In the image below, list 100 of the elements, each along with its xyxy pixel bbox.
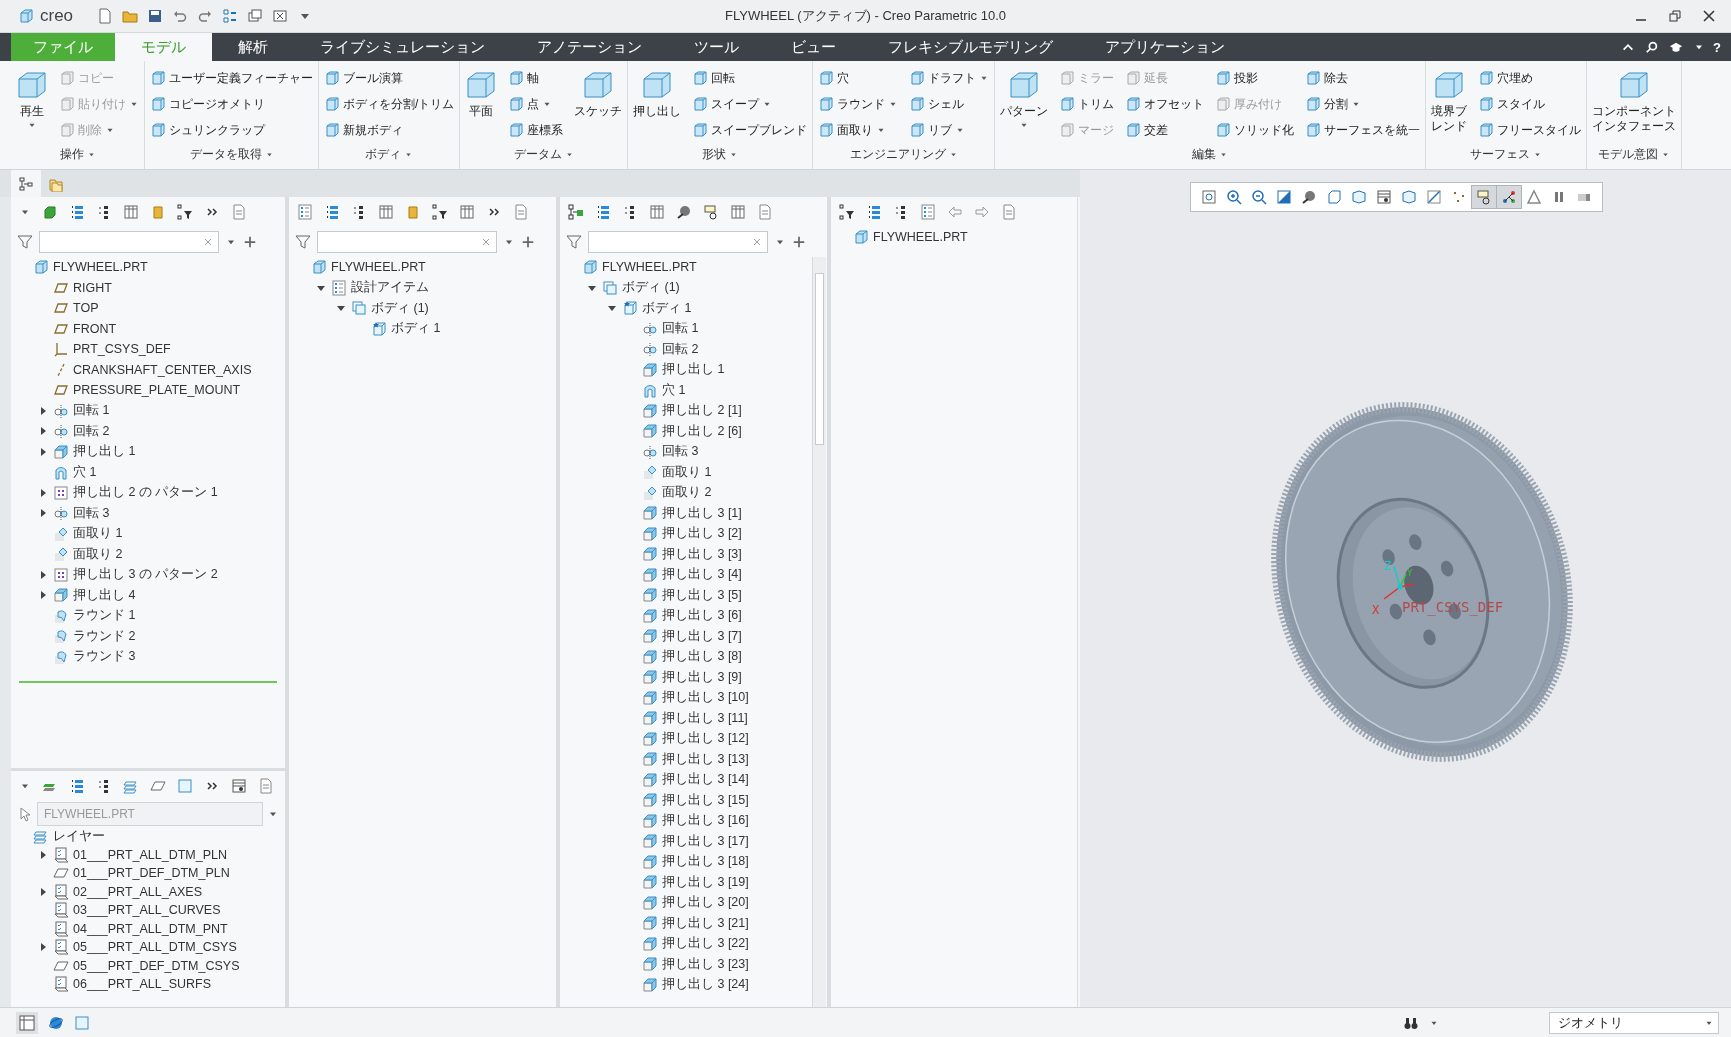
save-icon[interactable] xyxy=(147,8,164,24)
tree-item[interactable]: PRESSURE_PLATE_MOUNT xyxy=(73,383,241,398)
tree-item[interactable]: 押し出し 2 [6] xyxy=(662,422,742,440)
group-menu-button[interactable]: 編集 xyxy=(995,143,1426,165)
tree-item[interactable]: 押し出し 3 [21] xyxy=(662,914,749,932)
ribbon-tab[interactable]: 解析 xyxy=(212,33,294,61)
tree-item[interactable]: 押し出し 3 [6] xyxy=(662,607,742,625)
tree-item[interactable]: 02___PRT_ALL_AXES xyxy=(73,884,203,899)
tree-item[interactable]: FRONT xyxy=(73,321,117,336)
group-menu-button[interactable]: エンジニアリング xyxy=(813,143,995,165)
tree-item[interactable]: 押し出し 3 [14] xyxy=(662,771,749,789)
ribbon-button[interactable]: 点 xyxy=(506,91,566,117)
filter-field[interactable] xyxy=(588,231,768,253)
ribbon-button[interactable]: ラウンド xyxy=(816,91,901,117)
view-tool-button[interactable] xyxy=(1497,186,1521,208)
ribbon-button[interactable]: 回転 xyxy=(690,65,810,91)
tree-item[interactable]: 回転 1 xyxy=(662,320,699,338)
tree-item[interactable]: 押し出し 3 [20] xyxy=(662,894,749,912)
group-menu-button[interactable]: 操作 xyxy=(11,143,144,165)
tree-item[interactable]: 押し出し 3 [22] xyxy=(662,935,749,953)
tree-item[interactable]: 押し出し 3 [2] xyxy=(662,525,742,543)
ribbon-button[interactable]: リブ xyxy=(907,117,992,143)
ribbon-button[interactable]: スタイル xyxy=(1476,91,1584,117)
tree-item[interactable]: 押し出し 3 [5] xyxy=(662,586,742,604)
ribbon-tab[interactable]: アプリケーション xyxy=(1079,33,1251,61)
help-button[interactable]: ? xyxy=(1705,33,1731,61)
tree-item[interactable]: 穴 1 xyxy=(662,381,686,399)
ribbon-button[interactable]: 再生 xyxy=(14,65,50,134)
tree-item[interactable]: 押し出し 3 [16] xyxy=(662,812,749,830)
group-menu-button[interactable]: データム xyxy=(460,143,628,165)
ribbon-button[interactable]: シェル xyxy=(907,91,992,117)
tree-item[interactable]: 面取り 2 xyxy=(662,484,712,502)
tree-item[interactable]: 押し出し 3 [4] xyxy=(662,566,742,584)
tree-item[interactable]: 05___PRT_ALL_DTM_CSYS xyxy=(73,940,237,955)
expand-all-icon[interactable] xyxy=(595,204,611,220)
tree-item[interactable]: ラウンド 1 xyxy=(73,607,136,625)
ribbon-button[interactable]: スケッチ xyxy=(572,65,625,123)
tree-item[interactable]: 回転 1 xyxy=(73,402,110,420)
tree-item[interactable]: 05___PRT_DEF_DTM_CSYS xyxy=(73,958,240,973)
ribbon-button[interactable]: コピージオメトリ xyxy=(148,91,315,117)
tree-item[interactable]: 押し出し 1 xyxy=(662,361,725,379)
group-menu-button[interactable]: データを取得 xyxy=(145,143,318,165)
ribbon-button[interactable]: 境界ブ レンド xyxy=(1429,65,1470,138)
ribbon-button[interactable]: 面取り xyxy=(816,117,901,143)
tree-item[interactable]: 04___PRT_ALL_DTM_PNT xyxy=(73,921,228,936)
tree-item[interactable]: 押し出し 3 [1] xyxy=(662,504,742,522)
list-icon[interactable] xyxy=(297,204,313,220)
learning-icon[interactable] xyxy=(1669,40,1684,54)
tree-item[interactable]: 回転 2 xyxy=(662,340,699,358)
ribbon-button[interactable]: 軸 xyxy=(506,65,566,91)
tree-item[interactable]: 押し出し 1 xyxy=(73,443,136,461)
ribbon-button[interactable]: 押し出し xyxy=(631,65,684,123)
tree-item[interactable]: ボディ (1) xyxy=(622,279,680,297)
tree-item[interactable]: ボディ (1) xyxy=(371,299,429,317)
ribbon-button[interactable]: パターン xyxy=(998,65,1051,134)
ribbon-button[interactable]: 平面 xyxy=(463,65,500,123)
clear-icon[interactable] xyxy=(202,236,214,248)
tree-item[interactable]: FLYWHEEL.PRT xyxy=(602,260,697,275)
tree-item[interactable]: 押し出し 2 [1] xyxy=(662,402,742,420)
tree-item[interactable]: FLYWHEEL.PRT xyxy=(331,260,426,275)
ribbon-button[interactable]: ドラフト xyxy=(907,65,992,91)
ribbon-tab[interactable]: ライブシミュレーション xyxy=(294,33,511,61)
tree-filter-icon[interactable] xyxy=(432,204,448,220)
view-tool-button[interactable] xyxy=(1472,186,1496,208)
tree-item[interactable]: 押し出し 3 [8] xyxy=(662,648,742,666)
ribbon-button[interactable]: フリースタイル xyxy=(1476,117,1584,143)
ribbon-button[interactable]: トリム xyxy=(1057,91,1117,117)
layer-plane-icon[interactable] xyxy=(150,778,166,794)
group-menu-button[interactable]: ボディ xyxy=(319,143,460,165)
tree-item[interactable]: レイヤー xyxy=(53,827,105,845)
ribbon-tab[interactable]: ビュー xyxy=(765,33,862,61)
tree-item[interactable]: 設計アイテム xyxy=(351,279,429,297)
filter-field[interactable] xyxy=(317,231,497,253)
ribbon-button[interactable]: 穴 xyxy=(816,65,901,91)
ribbon-button[interactable]: ボディを分割/トリム xyxy=(322,91,457,117)
close-window-icon[interactable] xyxy=(272,8,289,24)
tree-item[interactable]: 押し出し 4 xyxy=(73,586,136,604)
tree-item[interactable]: 03___PRT_ALL_CURVES xyxy=(73,903,221,918)
ribbon-button[interactable]: スイープ xyxy=(690,91,810,117)
tree-item[interactable]: 押し出し 3 [13] xyxy=(662,750,749,768)
tree-item[interactable]: FLYWHEEL.PRT xyxy=(53,260,148,275)
ribbon-button[interactable]: ブール演算 xyxy=(322,65,457,91)
tree-item[interactable]: PRT_CSYS_DEF xyxy=(73,342,171,357)
ribbon-button[interactable]: シュリンクラップ xyxy=(148,117,315,143)
tree-item[interactable]: 押し出し 3 [18] xyxy=(662,853,749,871)
ribbon-button[interactable]: ユーザー定義フィーチャー xyxy=(148,65,315,91)
tree-item[interactable]: 押し出し 3 [12] xyxy=(662,730,749,748)
search-icon[interactable] xyxy=(1645,40,1660,54)
filter-field[interactable] xyxy=(39,231,219,253)
tree-item[interactable]: CRANKSHAFT_CENTER_AXIS xyxy=(73,362,252,377)
tree-item[interactable]: 押し出し 3 [24] xyxy=(662,976,749,994)
redo-icon[interactable] xyxy=(197,8,214,24)
tree-item[interactable]: 穴 1 xyxy=(73,463,97,481)
tree-item[interactable]: 面取り 1 xyxy=(73,525,123,543)
ribbon-button[interactable]: 分割 xyxy=(1303,91,1423,117)
tree-item[interactable]: 01___PRT_ALL_DTM_PLN xyxy=(73,847,228,862)
tree-filter-icon[interactable] xyxy=(839,204,855,220)
tree-item[interactable]: RIGHT xyxy=(73,280,112,295)
add-icon[interactable] xyxy=(521,235,535,249)
ribbon-button[interactable]: 穴埋め xyxy=(1476,65,1584,91)
